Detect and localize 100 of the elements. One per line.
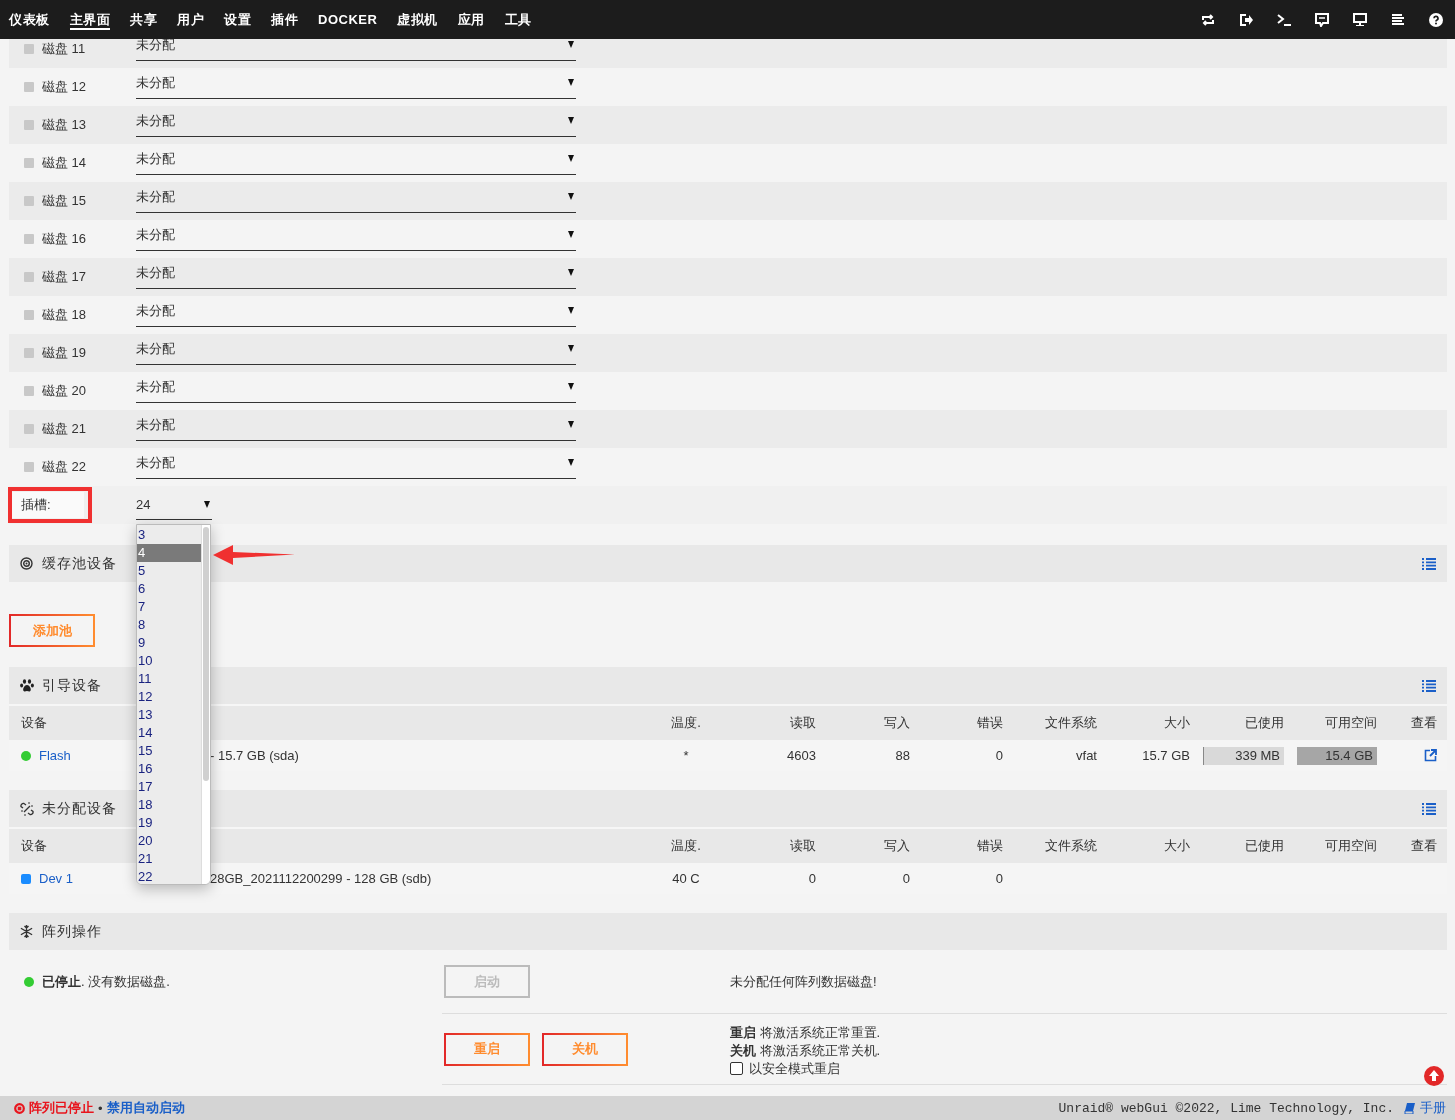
assignment-select[interactable]: 未分配 xyxy=(136,73,576,99)
column-header: 可用空间 xyxy=(1324,714,1377,732)
nav-tab[interactable]: 虚拟机 xyxy=(397,0,438,39)
assignment-select[interactable]: 未分配 xyxy=(136,225,576,251)
nav-tab[interactable]: 工具 xyxy=(504,0,532,39)
disk-label: 磁盘 17 xyxy=(42,268,88,286)
dropdown-option[interactable]: 8 xyxy=(137,616,201,634)
dropdown-option[interactable]: 5 xyxy=(137,562,201,580)
section-title: 阵列操作 xyxy=(42,922,102,941)
logout-icon[interactable] xyxy=(1239,12,1253,27)
assignment-select[interactable]: 未分配 xyxy=(136,149,576,175)
caret-icon xyxy=(568,193,574,200)
dropdown-option[interactable]: 6 xyxy=(137,580,201,598)
assignment-select[interactable]: 未分配 xyxy=(136,453,576,479)
disk-label: 磁盘 12 xyxy=(42,78,88,96)
column-header: 已使用 xyxy=(1244,837,1284,855)
disk-status-icon xyxy=(24,424,34,434)
list-view-icon[interactable] xyxy=(1422,557,1436,570)
dropdown-option[interactable]: 22 xyxy=(137,868,201,884)
dropdown-option[interactable]: 20 xyxy=(137,832,201,850)
sync-icon[interactable] xyxy=(1201,12,1215,27)
scroll-top-icon[interactable] xyxy=(1424,1066,1444,1086)
column-header: 已使用 xyxy=(1244,714,1284,732)
disk-label: 磁盘 19 xyxy=(42,344,88,362)
device-link[interactable]: Flash xyxy=(39,748,71,763)
slots-select[interactable]: 24 xyxy=(136,494,212,520)
dropdown-option[interactable]: 13 xyxy=(137,706,201,724)
power-note: 重启 将激活系统正常重置. xyxy=(730,1023,882,1042)
disk-status-icon xyxy=(24,44,34,54)
assignment-select[interactable]: 未分配 xyxy=(136,339,576,365)
assignment-select[interactable]: 未分配 xyxy=(136,111,576,137)
nav-tab[interactable]: 共享 xyxy=(130,0,157,39)
manual-link[interactable]: 手册 xyxy=(1420,1099,1446,1117)
book-icon[interactable] xyxy=(1404,1102,1416,1114)
disk-label: 磁盘 11 xyxy=(42,40,87,58)
dropdown-option[interactable]: 15 xyxy=(137,742,201,760)
temperature-cell-text: 40 C xyxy=(671,871,701,886)
array-status-text: 已停止. 没有数据磁盘. xyxy=(42,973,170,991)
nav-tab[interactable]: DOCKER xyxy=(318,0,378,39)
section-title: 未分配设备 xyxy=(42,799,117,818)
list-view-icon[interactable] xyxy=(1422,802,1436,815)
assignment-select[interactable]: 未分配 xyxy=(136,263,576,289)
assignment-select[interactable]: 未分配 xyxy=(136,377,576,403)
dropdown-option[interactable]: 17 xyxy=(137,778,201,796)
scrollbar-thumb[interactable] xyxy=(203,527,209,781)
dropdown-option[interactable]: 10 xyxy=(137,652,201,670)
disk-status-icon xyxy=(24,82,34,92)
disk-label: 磁盘 14 xyxy=(42,154,88,172)
dropdown-option[interactable]: 16 xyxy=(137,760,201,778)
dropdown-option[interactable]: 11 xyxy=(137,670,201,688)
dropdown-option[interactable]: 3 xyxy=(137,526,201,544)
dropdown-option[interactable]: 7 xyxy=(137,598,201,616)
external-link-icon[interactable] xyxy=(1424,749,1437,762)
disk-label: 磁盘 20 xyxy=(42,382,88,400)
dropdown-option[interactable]: 14 xyxy=(137,724,201,742)
nav-tab[interactable]: 应用 xyxy=(457,0,485,39)
autostart-link[interactable]: 禁用自动启动 xyxy=(106,1099,185,1117)
column-header: 温度. xyxy=(670,837,702,855)
column-header: 设备 xyxy=(21,714,48,732)
message-icon[interactable] xyxy=(1315,12,1329,27)
dropdown-option[interactable]: 9 xyxy=(137,634,201,652)
log-icon[interactable] xyxy=(1391,12,1405,27)
broken-link-icon xyxy=(20,801,34,816)
column-header: 文件系统 xyxy=(1044,714,1097,732)
dropdown-option[interactable]: 12 xyxy=(137,688,201,706)
nav-tab[interactable]: 仪表板 xyxy=(9,0,50,39)
separator-dot: • xyxy=(98,1100,103,1116)
nav-tab[interactable]: 主界面 xyxy=(69,0,110,39)
disk-label: 磁盘 13 xyxy=(42,116,88,134)
temperature-cell-text: * xyxy=(682,748,690,763)
disk-status-icon xyxy=(24,120,34,130)
device-link[interactable]: Dev 1 xyxy=(39,871,73,886)
dropdown-option[interactable]: 18 xyxy=(137,796,201,814)
paw-icon xyxy=(20,679,34,692)
assignment-select[interactable]: 未分配 xyxy=(136,187,576,213)
assignment-select[interactable]: 未分配 xyxy=(136,415,576,441)
filesystem-cell: vfat xyxy=(1076,748,1097,763)
nav-tab[interactable]: 用户 xyxy=(177,0,204,39)
terminal-icon[interactable] xyxy=(1277,12,1291,27)
nav-tab[interactable]: 设置 xyxy=(224,0,251,39)
dropdown-option[interactable]: 19 xyxy=(137,814,201,832)
dropdown-option[interactable]: 21 xyxy=(137,850,201,868)
caret-icon xyxy=(568,117,574,124)
section-title: 引导设备 xyxy=(42,676,102,695)
monitor-icon[interactable] xyxy=(1353,12,1367,27)
assignment-select[interactable]: 未分配 xyxy=(136,301,576,327)
free-bar: 15.4 GB xyxy=(1297,746,1377,765)
help-icon[interactable] xyxy=(1429,12,1443,27)
column-header: 读取 xyxy=(789,714,816,732)
list-view-icon[interactable] xyxy=(1422,679,1436,692)
target-icon xyxy=(20,557,33,570)
nav-tab[interactable]: 插件 xyxy=(271,0,298,39)
safe-mode-checkbox[interactable] xyxy=(730,1062,743,1075)
caret-icon xyxy=(568,383,574,390)
column-header: 文件系统 xyxy=(1044,837,1097,855)
disk-status-icon xyxy=(24,386,34,396)
writes-cell-text: 88 xyxy=(894,748,910,763)
power-note: 关机 将激活系统正常关机. xyxy=(730,1041,882,1060)
dropdown-option[interactable]: 4 xyxy=(137,544,201,562)
writes-cell-text: 0 xyxy=(901,871,910,886)
